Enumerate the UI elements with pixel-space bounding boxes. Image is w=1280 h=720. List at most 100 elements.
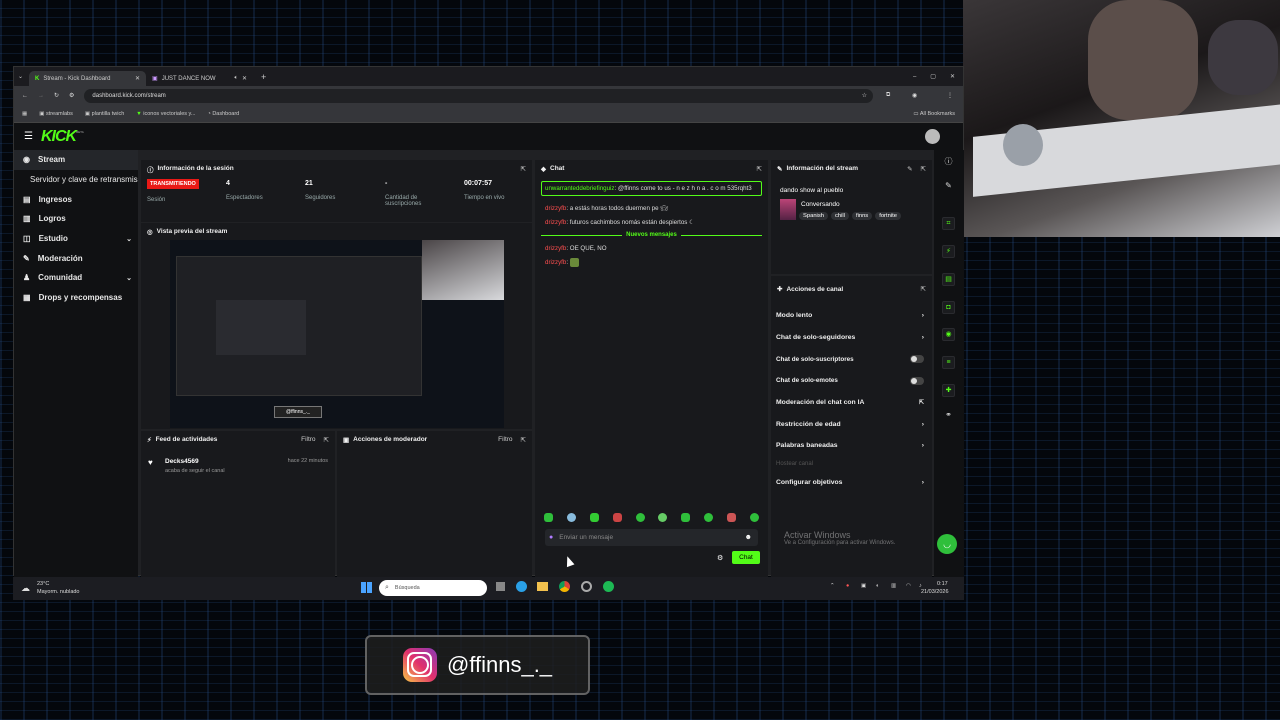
close-icon[interactable]: ✕ [135, 75, 140, 82]
profile-icon[interactable]: ◉ [912, 92, 917, 99]
emote-icon[interactable] [658, 513, 668, 522]
user-avatar[interactable] [925, 129, 940, 144]
subscribers-only-toggle[interactable] [910, 355, 924, 364]
forward-icon[interactable]: → [38, 93, 44, 99]
category-name[interactable]: Conversando [801, 201, 840, 208]
action-age-restriction[interactable]: Restricción de edad › [771, 413, 932, 435]
tag[interactable]: chill [830, 212, 849, 220]
popout-icon[interactable]: ⇱ [757, 165, 762, 173]
minimize-icon[interactable]: – [913, 74, 916, 80]
bookmark-item[interactable]: ▼ iconos vectoriales y... [136, 111, 195, 117]
url-input[interactable]: dashboard.kick.com/stream ☆ [84, 88, 873, 103]
clock-date[interactable]: 21/03/2026 [921, 589, 949, 595]
action-slow-mode[interactable]: Modo lento › [771, 305, 932, 327]
tag[interactable]: Spanish [799, 212, 828, 220]
broadcast-icon[interactable]: ◉ [942, 328, 955, 341]
emote-icon[interactable] [704, 513, 714, 522]
popout-icon[interactable]: ⇱ [521, 165, 526, 173]
emoji-icon[interactable]: ☻ [745, 534, 752, 541]
action-banned-words[interactable]: Palabras baneadas › [771, 435, 932, 457]
sidebar-item-drops[interactable]: ▦ Drops y recompensas [14, 288, 138, 308]
tab-kick-dashboard[interactable]: K Stream - Kick Dashboard ✕ [29, 71, 147, 86]
site-info-icon[interactable]: ⚙ [69, 92, 74, 99]
bookmark-item[interactable]: ▣ streamlabs [39, 111, 73, 117]
reload-icon[interactable]: ↻ [54, 92, 59, 99]
popout-icon[interactable]: ⇱ [921, 165, 926, 173]
bookmark-item[interactable]: ◔ Dashboard [207, 111, 239, 117]
document-icon[interactable]: ▤ [942, 273, 955, 286]
maximize-icon[interactable]: ▢ [930, 73, 936, 80]
sidebar-item-estudio[interactable]: ◫ Estudio ⌄ [14, 229, 138, 249]
chrome-icon[interactable] [559, 581, 570, 592]
weather-temp[interactable]: 23°C [37, 581, 49, 587]
explorer-icon[interactable] [537, 582, 548, 591]
chat-username[interactable]: drizzyfb [545, 205, 566, 212]
emotes-only-toggle[interactable] [910, 376, 924, 385]
sidebar-item-logros[interactable]: ▥ Logros [14, 209, 138, 229]
help-chat-icon[interactable]: ◡ [937, 534, 957, 554]
tray-app-icon[interactable]: ● [846, 583, 849, 589]
spotify-icon[interactable] [603, 581, 614, 592]
list-icon[interactable]: ≡ [942, 356, 955, 369]
emote-icon[interactable] [635, 513, 645, 522]
edit-icon[interactable]: ✎ [942, 181, 955, 194]
action-configure-goals[interactable]: Configurar objetivos › [771, 472, 932, 494]
popout-icon[interactable]: ⇱ [921, 285, 926, 293]
tab-search-icon[interactable]: ⌄ [18, 73, 23, 80]
action-ai-moderation[interactable]: Moderación del chat con IA ⇱ [771, 392, 932, 414]
weather-desc[interactable]: Mayorm. nublado [37, 589, 80, 595]
tab-just-dance[interactable]: ▣ JUST DANCE NOW 🔈︎ ✕ [146, 71, 253, 86]
emote-icon[interactable] [589, 513, 599, 522]
chat-settings-icon[interactable]: ⚙ [717, 554, 723, 562]
chat-username[interactable]: unwarranteddebriefinguiz [545, 185, 614, 192]
emote-icon[interactable] [544, 513, 553, 522]
tray-app-icon[interactable]: ▥ [891, 583, 896, 589]
audio-icon[interactable]: 🔈︎ [234, 75, 238, 82]
chat-username[interactable]: drizzyfb [545, 259, 566, 266]
chat-input[interactable]: ● Enviar un mensaje ☻ [545, 529, 758, 546]
tag[interactable]: fortnite [875, 212, 901, 220]
tray-chevron-icon[interactable]: ⌃ [830, 583, 835, 589]
edge-icon[interactable] [516, 581, 527, 592]
chat-icon[interactable]: ◘ [942, 301, 955, 314]
bolt-icon[interactable]: ⚡︎ [942, 245, 955, 258]
all-bookmarks[interactable]: ▭ All Bookmarks [913, 111, 955, 117]
layout-icon[interactable]: ⌗ [942, 217, 955, 230]
hamburger-menu-icon[interactable]: ☰ [24, 131, 33, 142]
window-close-icon[interactable]: ✕ [950, 73, 955, 80]
task-view-icon[interactable] [496, 582, 505, 591]
mic-icon[interactable]: ● [549, 534, 553, 541]
emote-icon[interactable] [681, 513, 691, 522]
filter-button[interactable]: Filtro [498, 436, 512, 444]
bookmark-star-icon[interactable]: ☆ [862, 92, 867, 99]
share-icon[interactable]: ⚭ [942, 410, 955, 423]
emote-icon[interactable] [749, 513, 759, 522]
extensions-icon[interactable]: ⧉ [886, 92, 890, 99]
tag[interactable]: finns [851, 212, 873, 220]
sidebar-item-moderacion[interactable]: ✎ Moderación [14, 248, 138, 268]
popout-icon[interactable]: ⇱ [324, 436, 329, 444]
emote-icon[interactable] [566, 513, 576, 522]
taskbar-search[interactable]: ⌕ Búsqueda [379, 580, 487, 596]
kick-logo[interactable]: KICK [41, 128, 77, 146]
wifi-icon[interactable]: ◠ [906, 583, 911, 589]
close-icon[interactable]: ✕ [242, 75, 247, 82]
windows-start-icon[interactable] [361, 582, 372, 593]
back-icon[interactable]: ← [22, 93, 28, 99]
chat-username[interactable]: drizzyfb [545, 245, 566, 252]
chat-username[interactable]: drizzyfb [545, 219, 566, 226]
wrench-icon[interactable]: ✚ [942, 384, 955, 397]
tray-app-icon[interactable]: ◐ [876, 583, 879, 589]
chat-send-button[interactable]: Chat [732, 551, 760, 564]
filter-button[interactable]: Filtro [301, 436, 315, 444]
category-thumbnail[interactable] [780, 199, 796, 220]
emote-icon[interactable] [612, 513, 622, 522]
sidebar-item-comunidad[interactable]: ♟ Comunidad ⌄ [14, 268, 138, 288]
edit-icon[interactable]: ✎ [907, 165, 912, 173]
sidebar-item-ingresos[interactable]: ▤ Ingresos [14, 189, 138, 209]
info-icon[interactable]: ⓘ [942, 156, 955, 169]
sidebar-item-server-key[interactable]: Servidor y clave de retransmisión [14, 170, 138, 190]
menu-dots-icon[interactable]: ⋮ [947, 92, 953, 99]
emote-icon[interactable] [727, 513, 736, 522]
app-icon[interactable] [581, 581, 592, 592]
